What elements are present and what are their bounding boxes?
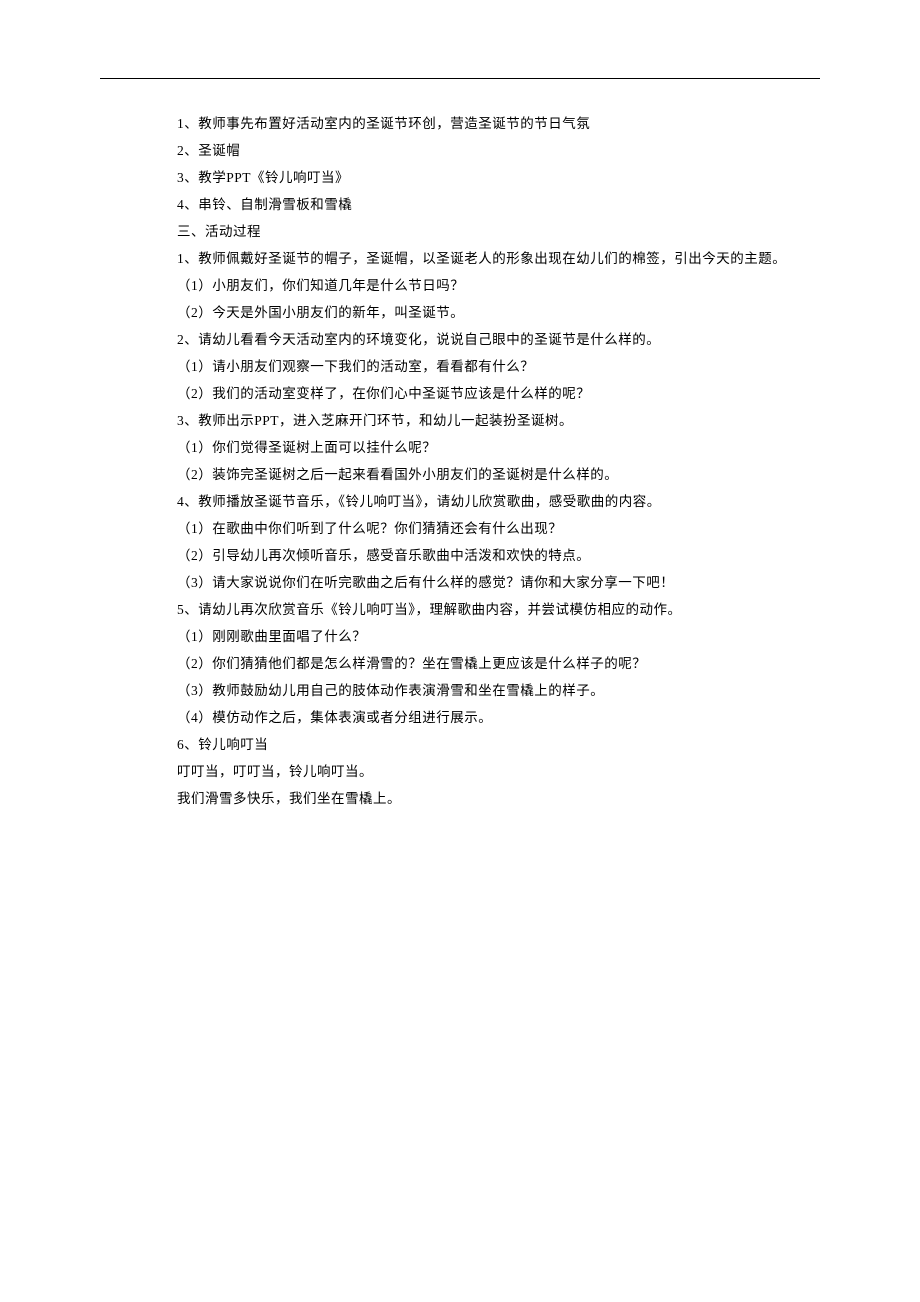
text-line: （2）装饰完圣诞树之后一起来看看国外小朋友们的圣诞树是什么样的。 — [150, 461, 770, 488]
text-line: 叮叮当，叮叮当，铃儿响叮当。 — [150, 758, 770, 785]
text-line: （3）请大家说说你们在听完歌曲之后有什么样的感觉？请你和大家分享一下吧！ — [150, 569, 770, 596]
text-line: （4）模仿动作之后，集体表演或者分组进行展示。 — [150, 704, 770, 731]
text-line: （2）你们猜猜他们都是怎么样滑雪的？坐在雪橇上更应该是什么样子的呢？ — [150, 650, 770, 677]
top-divider — [100, 78, 820, 79]
text-line: 3、教师出示PPT，进入芝麻开门环节，和幼儿一起装扮圣诞树。 — [150, 407, 770, 434]
text-line: 2、请幼儿看看今天活动室内的环境变化，说说自己眼中的圣诞节是什么样的。 — [150, 326, 770, 353]
text-line: 1、教师佩戴好圣诞节的帽子，圣诞帽，以圣诞老人的形象出现在幼儿们的棉签，引出今天… — [150, 245, 770, 272]
text-line: 2、圣诞帽 — [150, 137, 770, 164]
text-line: 3、教学PPT《铃儿响叮当》 — [150, 164, 770, 191]
text-line: 1、教师事先布置好活动室内的圣诞节环创，营造圣诞节的节日气氛 — [150, 110, 770, 137]
text-line: （1）请小朋友们观察一下我们的活动室，看看都有什么？ — [150, 353, 770, 380]
text-line: 5、请幼儿再次欣赏音乐《铃儿响叮当》，理解歌曲内容，并尝试模仿相应的动作。 — [150, 596, 770, 623]
text-line: （1）在歌曲中你们听到了什么呢？你们猜猜还会有什么出现？ — [150, 515, 770, 542]
text-line: 4、教师播放圣诞节音乐，《铃儿响叮当》，请幼儿欣赏歌曲，感受歌曲的内容。 — [150, 488, 770, 515]
text-line: （2）引导幼儿再次倾听音乐，感受音乐歌曲中活泼和欢快的特点。 — [150, 542, 770, 569]
text-line: （2）今天是外国小朋友们的新年，叫圣诞节。 — [150, 299, 770, 326]
document-content: 1、教师事先布置好活动室内的圣诞节环创，营造圣诞节的节日气氛 2、圣诞帽 3、教… — [150, 110, 770, 812]
text-line: （3）教师鼓励幼儿用自己的肢体动作表演滑雪和坐在雪橇上的样子。 — [150, 677, 770, 704]
text-line: 我们滑雪多快乐，我们坐在雪橇上。 — [150, 785, 770, 812]
text-line: （2）我们的活动室变样了，在你们心中圣诞节应该是什么样的呢？ — [150, 380, 770, 407]
text-line: 三、活动过程 — [150, 218, 770, 245]
text-line: 4、串铃、自制滑雪板和雪橇 — [150, 191, 770, 218]
text-line: 6、铃儿响叮当 — [150, 731, 770, 758]
text-line: （1）刚刚歌曲里面唱了什么？ — [150, 623, 770, 650]
text-line: （1）你们觉得圣诞树上面可以挂什么呢？ — [150, 434, 770, 461]
text-line: （1）小朋友们，你们知道几年是什么节日吗？ — [150, 272, 770, 299]
